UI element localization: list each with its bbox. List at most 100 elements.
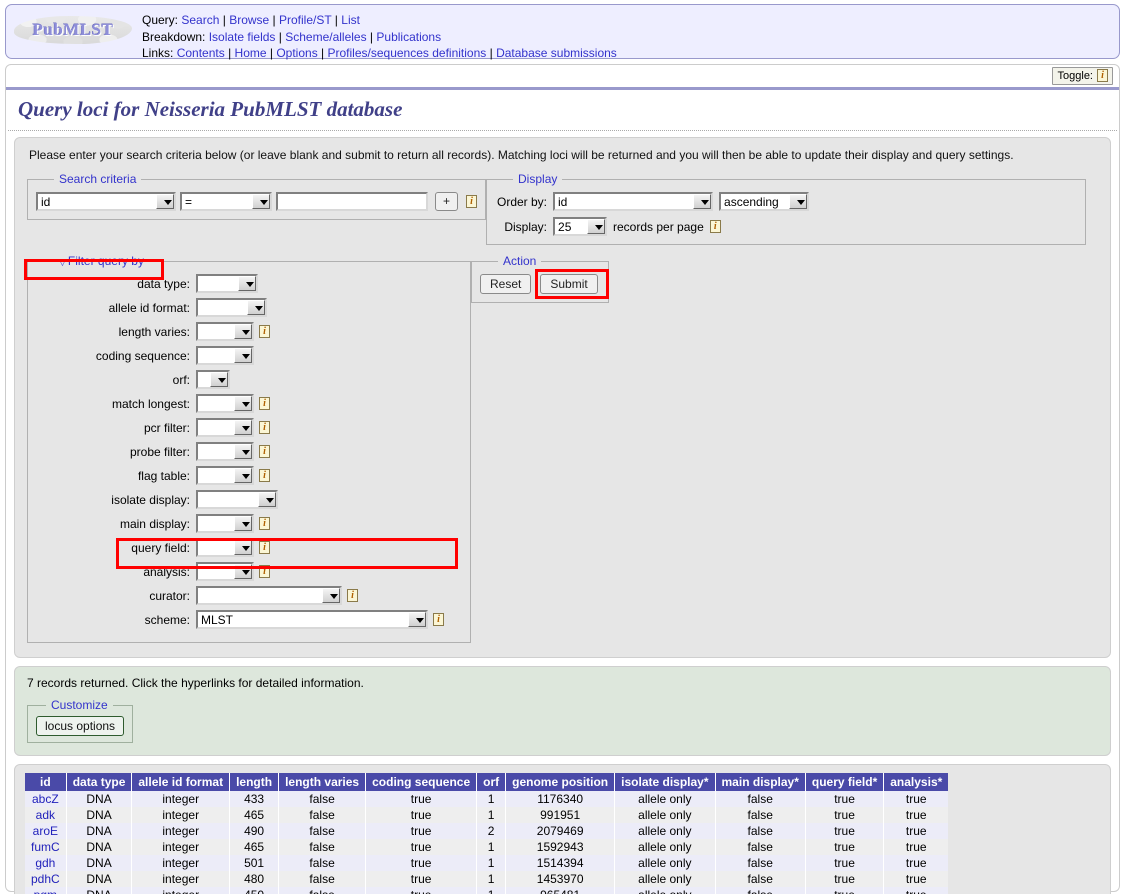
filter-info-icon[interactable]: i: [433, 613, 444, 626]
info-icon[interactable]: i: [1097, 69, 1108, 82]
table-cell: 1: [476, 839, 507, 855]
filter-label: coding sequence:: [95, 348, 190, 363]
filter-select[interactable]: [196, 586, 342, 605]
table-cell: true: [805, 791, 885, 807]
nav-link-search[interactable]: Search: [181, 13, 219, 27]
filter-select[interactable]: [196, 394, 254, 413]
filter-select[interactable]: [196, 442, 254, 461]
display-info-icon[interactable]: i: [709, 220, 721, 233]
filter-query-legend[interactable]: ▽ Filter query by: [54, 254, 149, 268]
nav-link-profiles-sequences-definitions[interactable]: Profiles/sequences definitions: [328, 46, 487, 60]
toggle-control[interactable]: Toggle: i: [1051, 67, 1113, 85]
filter-select-wrap: [196, 418, 254, 437]
order-by-select[interactable]: id: [553, 192, 714, 211]
nav-link-scheme-alleles[interactable]: Scheme/alleles: [285, 30, 366, 44]
nav-link-options[interactable]: Options: [276, 46, 317, 60]
filter-info-icon[interactable]: i: [259, 421, 270, 434]
records-per-page-select[interactable]: 25: [553, 217, 608, 236]
table-cell: integer: [131, 823, 231, 839]
filter-info-icon[interactable]: i: [259, 325, 270, 338]
reset-button[interactable]: Reset: [480, 274, 532, 294]
locus-link[interactable]: pdhC: [31, 872, 60, 886]
locus-link[interactable]: gdh: [35, 856, 55, 870]
locus-link[interactable]: adk: [36, 808, 55, 822]
filter-label: match longest:: [111, 396, 190, 411]
submit-button[interactable]: Submit: [540, 274, 598, 294]
filter-info-icon[interactable]: i: [259, 397, 270, 410]
table-cell: true: [365, 791, 478, 807]
filter-info-icon[interactable]: i: [259, 541, 270, 554]
main-content-panel: Toggle: i Query loci for Neisseria PubML…: [5, 64, 1120, 894]
nav-link-home[interactable]: Home: [235, 46, 267, 60]
locus-options-button[interactable]: locus options: [36, 716, 125, 736]
filter-select-wrap: [196, 370, 230, 389]
site-header: PubMLST Query: Search | Browse | Profile…: [5, 4, 1120, 60]
nav-link-browse[interactable]: Browse: [229, 13, 269, 27]
search-value-input[interactable]: [276, 192, 428, 211]
table-cell: adk: [25, 807, 67, 823]
filter-select[interactable]: [196, 466, 254, 485]
filter-select[interactable]: [196, 298, 267, 317]
table-row: pgmDNAinteger450falsetrue1965481allele o…: [25, 887, 949, 894]
filter-row: scheme: MLST i: [36, 610, 462, 629]
table-cell: allele only: [614, 887, 716, 894]
nav-link-database-submissions[interactable]: Database submissions: [496, 46, 617, 60]
filter-row: curator: i: [36, 586, 462, 605]
filter-select[interactable]: MLST: [196, 610, 428, 629]
locus-link[interactable]: pgm: [34, 888, 57, 894]
filter-select[interactable]: [196, 322, 254, 341]
search-info-icon[interactable]: i: [466, 195, 478, 208]
nav-label-breakdown: Breakdown:: [142, 29, 206, 44]
filter-label: isolate display:: [111, 492, 190, 507]
table-header-cell: length: [229, 773, 280, 791]
locus-link[interactable]: abcZ: [32, 792, 59, 806]
page-title: Query loci for Neisseria PubMLST databas…: [18, 97, 403, 121]
table-header-cell: orf: [476, 773, 507, 791]
filter-row: coding sequence:: [36, 346, 462, 365]
filter-label: scheme:: [144, 612, 190, 627]
title-divider: [6, 87, 1119, 90]
filter-info-icon[interactable]: i: [259, 469, 270, 482]
filter-select[interactable]: [196, 538, 254, 557]
table-cell: DNA: [66, 807, 133, 823]
nav-link-profile-st[interactable]: Profile/ST: [279, 13, 331, 27]
filter-select[interactable]: [196, 562, 254, 581]
filter-info-icon[interactable]: i: [259, 517, 270, 530]
table-cell: true: [883, 855, 949, 871]
nav-link-isolate-fields[interactable]: Isolate fields: [209, 30, 276, 44]
filter-info-icon[interactable]: i: [347, 589, 358, 602]
table-cell: false: [715, 791, 806, 807]
filter-info-icon[interactable]: i: [259, 565, 270, 578]
search-field-select[interactable]: id: [36, 192, 176, 211]
filter-label: main display:: [119, 516, 190, 531]
form-intro-text: Please enter your search criteria below …: [29, 148, 1014, 162]
table-cell: true: [365, 887, 478, 894]
table-header-row: id data type allele id format length length …: [25, 773, 949, 791]
action-legend: Action: [503, 254, 537, 268]
filter-info-icon[interactable]: i: [259, 445, 270, 458]
collapse-triangle-icon[interactable]: ▽: [59, 257, 66, 267]
locus-link[interactable]: fumC: [31, 840, 60, 854]
nav-link-contents[interactable]: Contents: [177, 46, 225, 60]
filter-select[interactable]: [196, 514, 254, 533]
results-table-head: id data type allele id format length length …: [25, 773, 949, 791]
table-cell: DNA: [66, 839, 133, 855]
locus-link[interactable]: aroE: [33, 824, 58, 838]
sort-direction-select[interactable]: ascending: [719, 192, 810, 211]
filter-select[interactable]: [196, 418, 254, 437]
query-form-panel: Please enter your search criteria below …: [14, 137, 1111, 658]
nav-link-publications[interactable]: Publications: [376, 30, 441, 44]
table-header-cell: genome position: [505, 773, 616, 791]
add-criterion-button[interactable]: +: [435, 192, 459, 211]
nav-link-list[interactable]: List: [341, 13, 360, 27]
filter-select-wrap: [196, 514, 254, 533]
table-cell: false: [715, 855, 806, 871]
filter-select[interactable]: [196, 490, 278, 509]
filter-select[interactable]: [196, 370, 230, 389]
filter-select-wrap: [196, 466, 254, 485]
search-operator-select[interactable]: =: [180, 192, 272, 211]
filter-select-wrap: [196, 442, 254, 461]
filter-select[interactable]: [196, 274, 258, 293]
table-cell: true: [365, 839, 478, 855]
filter-select[interactable]: [196, 346, 254, 365]
